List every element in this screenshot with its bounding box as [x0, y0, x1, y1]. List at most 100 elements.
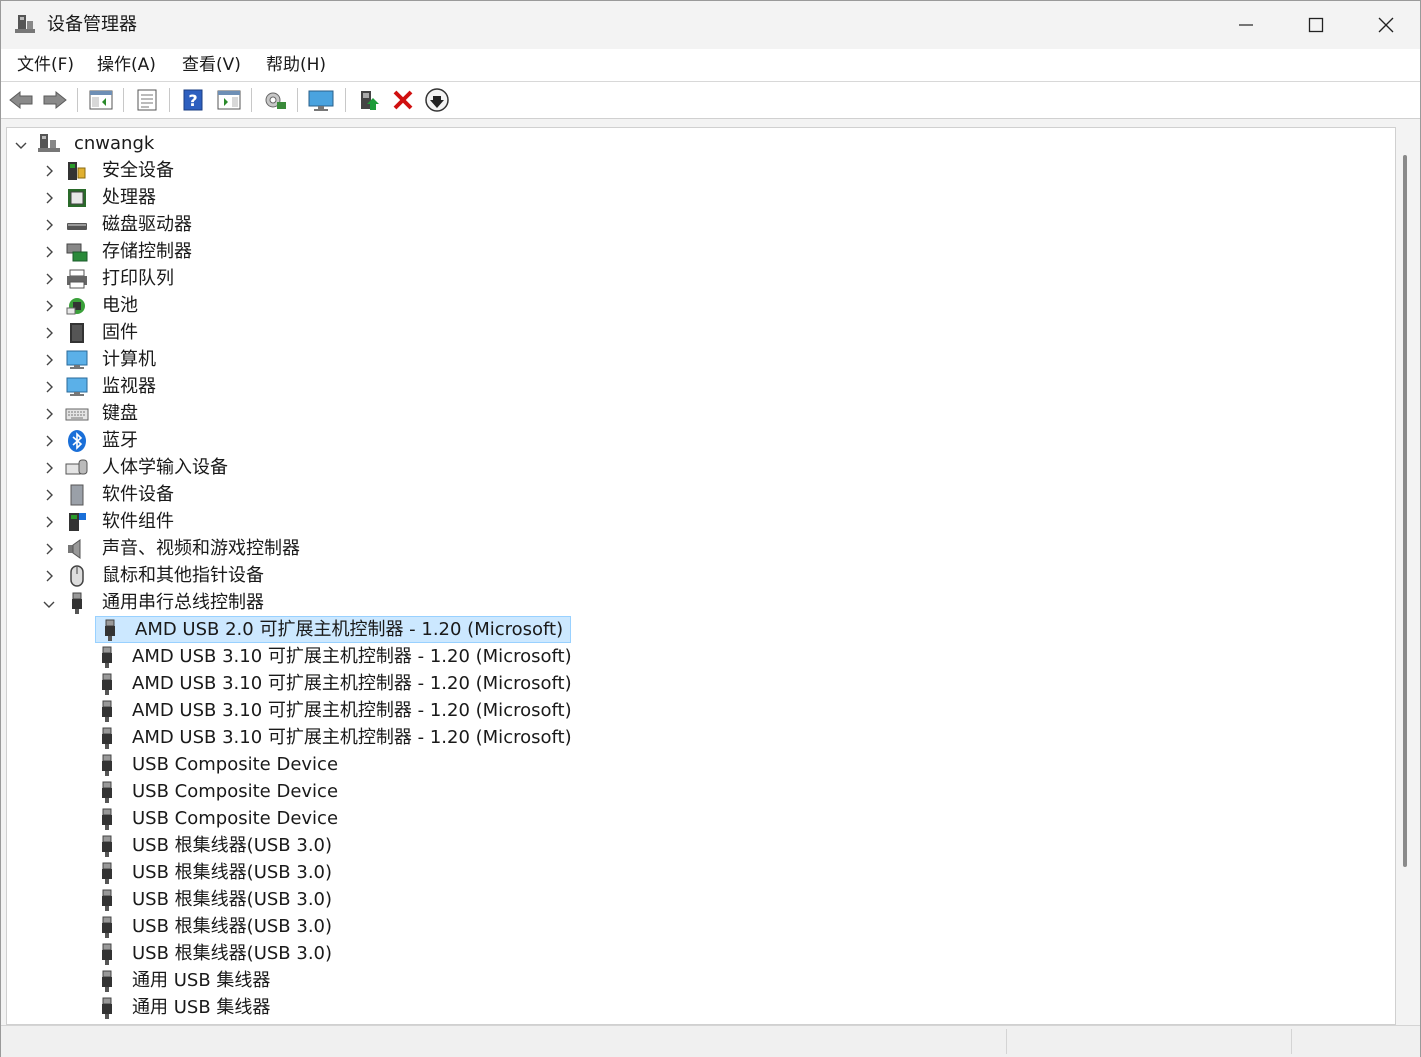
usb-device-item[interactable]: USB 根集线器(USB 3.0) [95, 859, 339, 886]
minimize-button[interactable] [1211, 1, 1281, 49]
usb-device-item[interactable]: USB Composite Device [95, 805, 345, 832]
tree-category[interactable]: 声音、视频和游戏控制器 [39, 535, 307, 562]
close-button[interactable] [1351, 1, 1421, 49]
status-bar [1, 1025, 1420, 1057]
device-label: AMD USB 3.10 可扩展主机控制器 - 1.20 (Microsoft) [132, 699, 572, 721]
device-label-wrap: USB 根集线器(USB 3.0) [125, 887, 339, 912]
device-label: AMD USB 3.10 可扩展主机控制器 - 1.20 (Microsoft) [132, 645, 572, 667]
usb-device-item[interactable]: 通用 USB 集线器 [95, 967, 277, 994]
expand-toggle[interactable] [39, 589, 59, 616]
usb-device-icon [95, 807, 119, 831]
uninstall-button[interactable] [389, 86, 417, 114]
usb-device-icon [95, 645, 119, 669]
expand-toggle[interactable] [39, 157, 59, 184]
expand-toggle[interactable] [39, 184, 59, 211]
usb-device-item[interactable]: USB Composite Device [95, 751, 345, 778]
usb-device-item[interactable]: AMD USB 2.0 可扩展主机控制器 - 1.20 (Microsoft) [95, 616, 572, 643]
usb-device-item[interactable]: 通用 USB 集线器 [95, 994, 277, 1021]
menu-action[interactable]: 操作(A) [95, 53, 158, 77]
menu-file[interactable]: 文件(F) [15, 53, 76, 77]
usb-device-icon [95, 861, 119, 885]
help-button[interactable]: ? [179, 86, 207, 114]
back-button[interactable] [7, 86, 35, 114]
tree-category[interactable]: 磁盘驱动器 [39, 211, 199, 238]
tree-category[interactable]: 安全设备 [39, 157, 181, 184]
tree-category[interactable]: 软件组件 [39, 508, 181, 535]
usb-device-item[interactable]: USB 根集线器(USB 3.0) [95, 940, 339, 967]
expand-toggle[interactable] [39, 481, 59, 508]
tree-category[interactable]: 软件设备 [39, 481, 181, 508]
tree-category[interactable]: 打印队列 [39, 265, 181, 292]
vertical-scrollbar[interactable] [1396, 127, 1416, 1023]
device-manager-icon [15, 15, 35, 33]
forward-button[interactable] [41, 86, 69, 114]
usb-device-icon [95, 942, 119, 966]
expand-toggle[interactable] [39, 319, 59, 346]
tree-category[interactable]: 电池 [39, 292, 145, 319]
disable-device-button[interactable] [423, 86, 451, 114]
tree-category[interactable]: 鼠标和其他指针设备 [39, 562, 271, 589]
usb-device-item[interactable]: USB 根集线器(USB 3.0) [95, 832, 339, 859]
usb-device-item[interactable]: AMD USB 3.10 可扩展主机控制器 - 1.20 (Microsoft) [95, 724, 579, 751]
tree-category[interactable]: 计算机 [39, 346, 163, 373]
chevron-right-icon [46, 408, 53, 419]
title-bar[interactable]: 设备管理器 [1, 1, 1420, 49]
scan-hardware-button[interactable] [261, 86, 289, 114]
disable-device-icon [425, 88, 449, 112]
usb-device-item[interactable]: AMD USB 3.10 可扩展主机控制器 - 1.20 (Microsoft) [95, 643, 579, 670]
category-label-wrap: 通用串行总线控制器 [95, 590, 271, 615]
tree-root[interactable]: cnwangk [11, 130, 161, 157]
monitor-button[interactable] [307, 86, 335, 114]
console-tree-button[interactable] [87, 86, 115, 114]
tree-category[interactable]: 键盘 [39, 400, 145, 427]
chevron-right-icon [46, 273, 53, 284]
tree-category[interactable]: 处理器 [39, 184, 163, 211]
category-label: 打印队列 [102, 267, 174, 289]
usb-device-item[interactable]: AMD USB 3.10 可扩展主机控制器 - 1.20 (Microsoft) [95, 697, 579, 724]
expand-toggle[interactable] [39, 427, 59, 454]
chevron-right-icon [46, 300, 53, 311]
category-label: 存储控制器 [102, 240, 192, 262]
menu-view[interactable]: 查看(V) [180, 53, 243, 77]
chevron-right-icon [46, 246, 53, 257]
tree-category[interactable]: 监视器 [39, 373, 163, 400]
close-icon [1378, 17, 1394, 33]
expand-toggle[interactable] [11, 130, 31, 157]
maximize-button[interactable] [1281, 1, 1351, 49]
expand-toggle[interactable] [39, 265, 59, 292]
expand-toggle[interactable] [39, 562, 59, 589]
expand-toggle[interactable] [39, 211, 59, 238]
usb-device-item[interactable]: USB 根集线器(USB 3.0) [95, 913, 339, 940]
expand-toggle[interactable] [39, 346, 59, 373]
usb-device-item[interactable]: USB 根集线器(USB 3.0) [95, 886, 339, 913]
device-label-wrap: AMD USB 3.10 可扩展主机控制器 - 1.20 (Microsoft) [125, 698, 579, 723]
expand-toggle[interactable] [39, 508, 59, 535]
device-tree[interactable]: cnwangk 安全设备 处理器 磁盘驱动器 存储控制器打印队列电池 固件 计算机 监视器 键盘… [6, 127, 1396, 1025]
tree-category[interactable]: 通用串行总线控制器 [39, 589, 271, 616]
toolbar: ? [1, 82, 1420, 119]
toolbar-separator [345, 88, 346, 112]
category-label-wrap: 监视器 [95, 374, 163, 399]
properties-button[interactable] [133, 86, 161, 114]
update-driver-button[interactable] [355, 86, 383, 114]
expand-toggle[interactable] [39, 373, 59, 400]
bluetooth-icon [65, 429, 89, 453]
tree-category[interactable]: 蓝牙 [39, 427, 145, 454]
tree-category[interactable]: 存储控制器 [39, 238, 199, 265]
tree-category[interactable]: 人体学输入设备 [39, 454, 235, 481]
menu-help[interactable]: 帮助(H) [264, 53, 328, 77]
scrollbar-thumb[interactable] [1403, 155, 1407, 867]
expand-toggle[interactable] [39, 292, 59, 319]
category-label-wrap: 电池 [95, 293, 145, 318]
menu-bar: 文件(F) 操作(A) 查看(V) 帮助(H) [1, 49, 1420, 82]
expand-toggle[interactable] [39, 238, 59, 265]
tree-category[interactable]: 固件 [39, 319, 145, 346]
usb-device-item[interactable]: AMD USB 3.10 可扩展主机控制器 - 1.20 (Microsoft) [95, 670, 579, 697]
expand-toggle[interactable] [39, 535, 59, 562]
action-pane-button[interactable] [215, 86, 243, 114]
expand-toggle[interactable] [39, 454, 59, 481]
usb-device-item[interactable]: USB Composite Device [95, 778, 345, 805]
expand-toggle[interactable] [39, 400, 59, 427]
device-label-wrap: USB 根集线器(USB 3.0) [125, 941, 339, 966]
back-arrow-icon [9, 90, 33, 110]
